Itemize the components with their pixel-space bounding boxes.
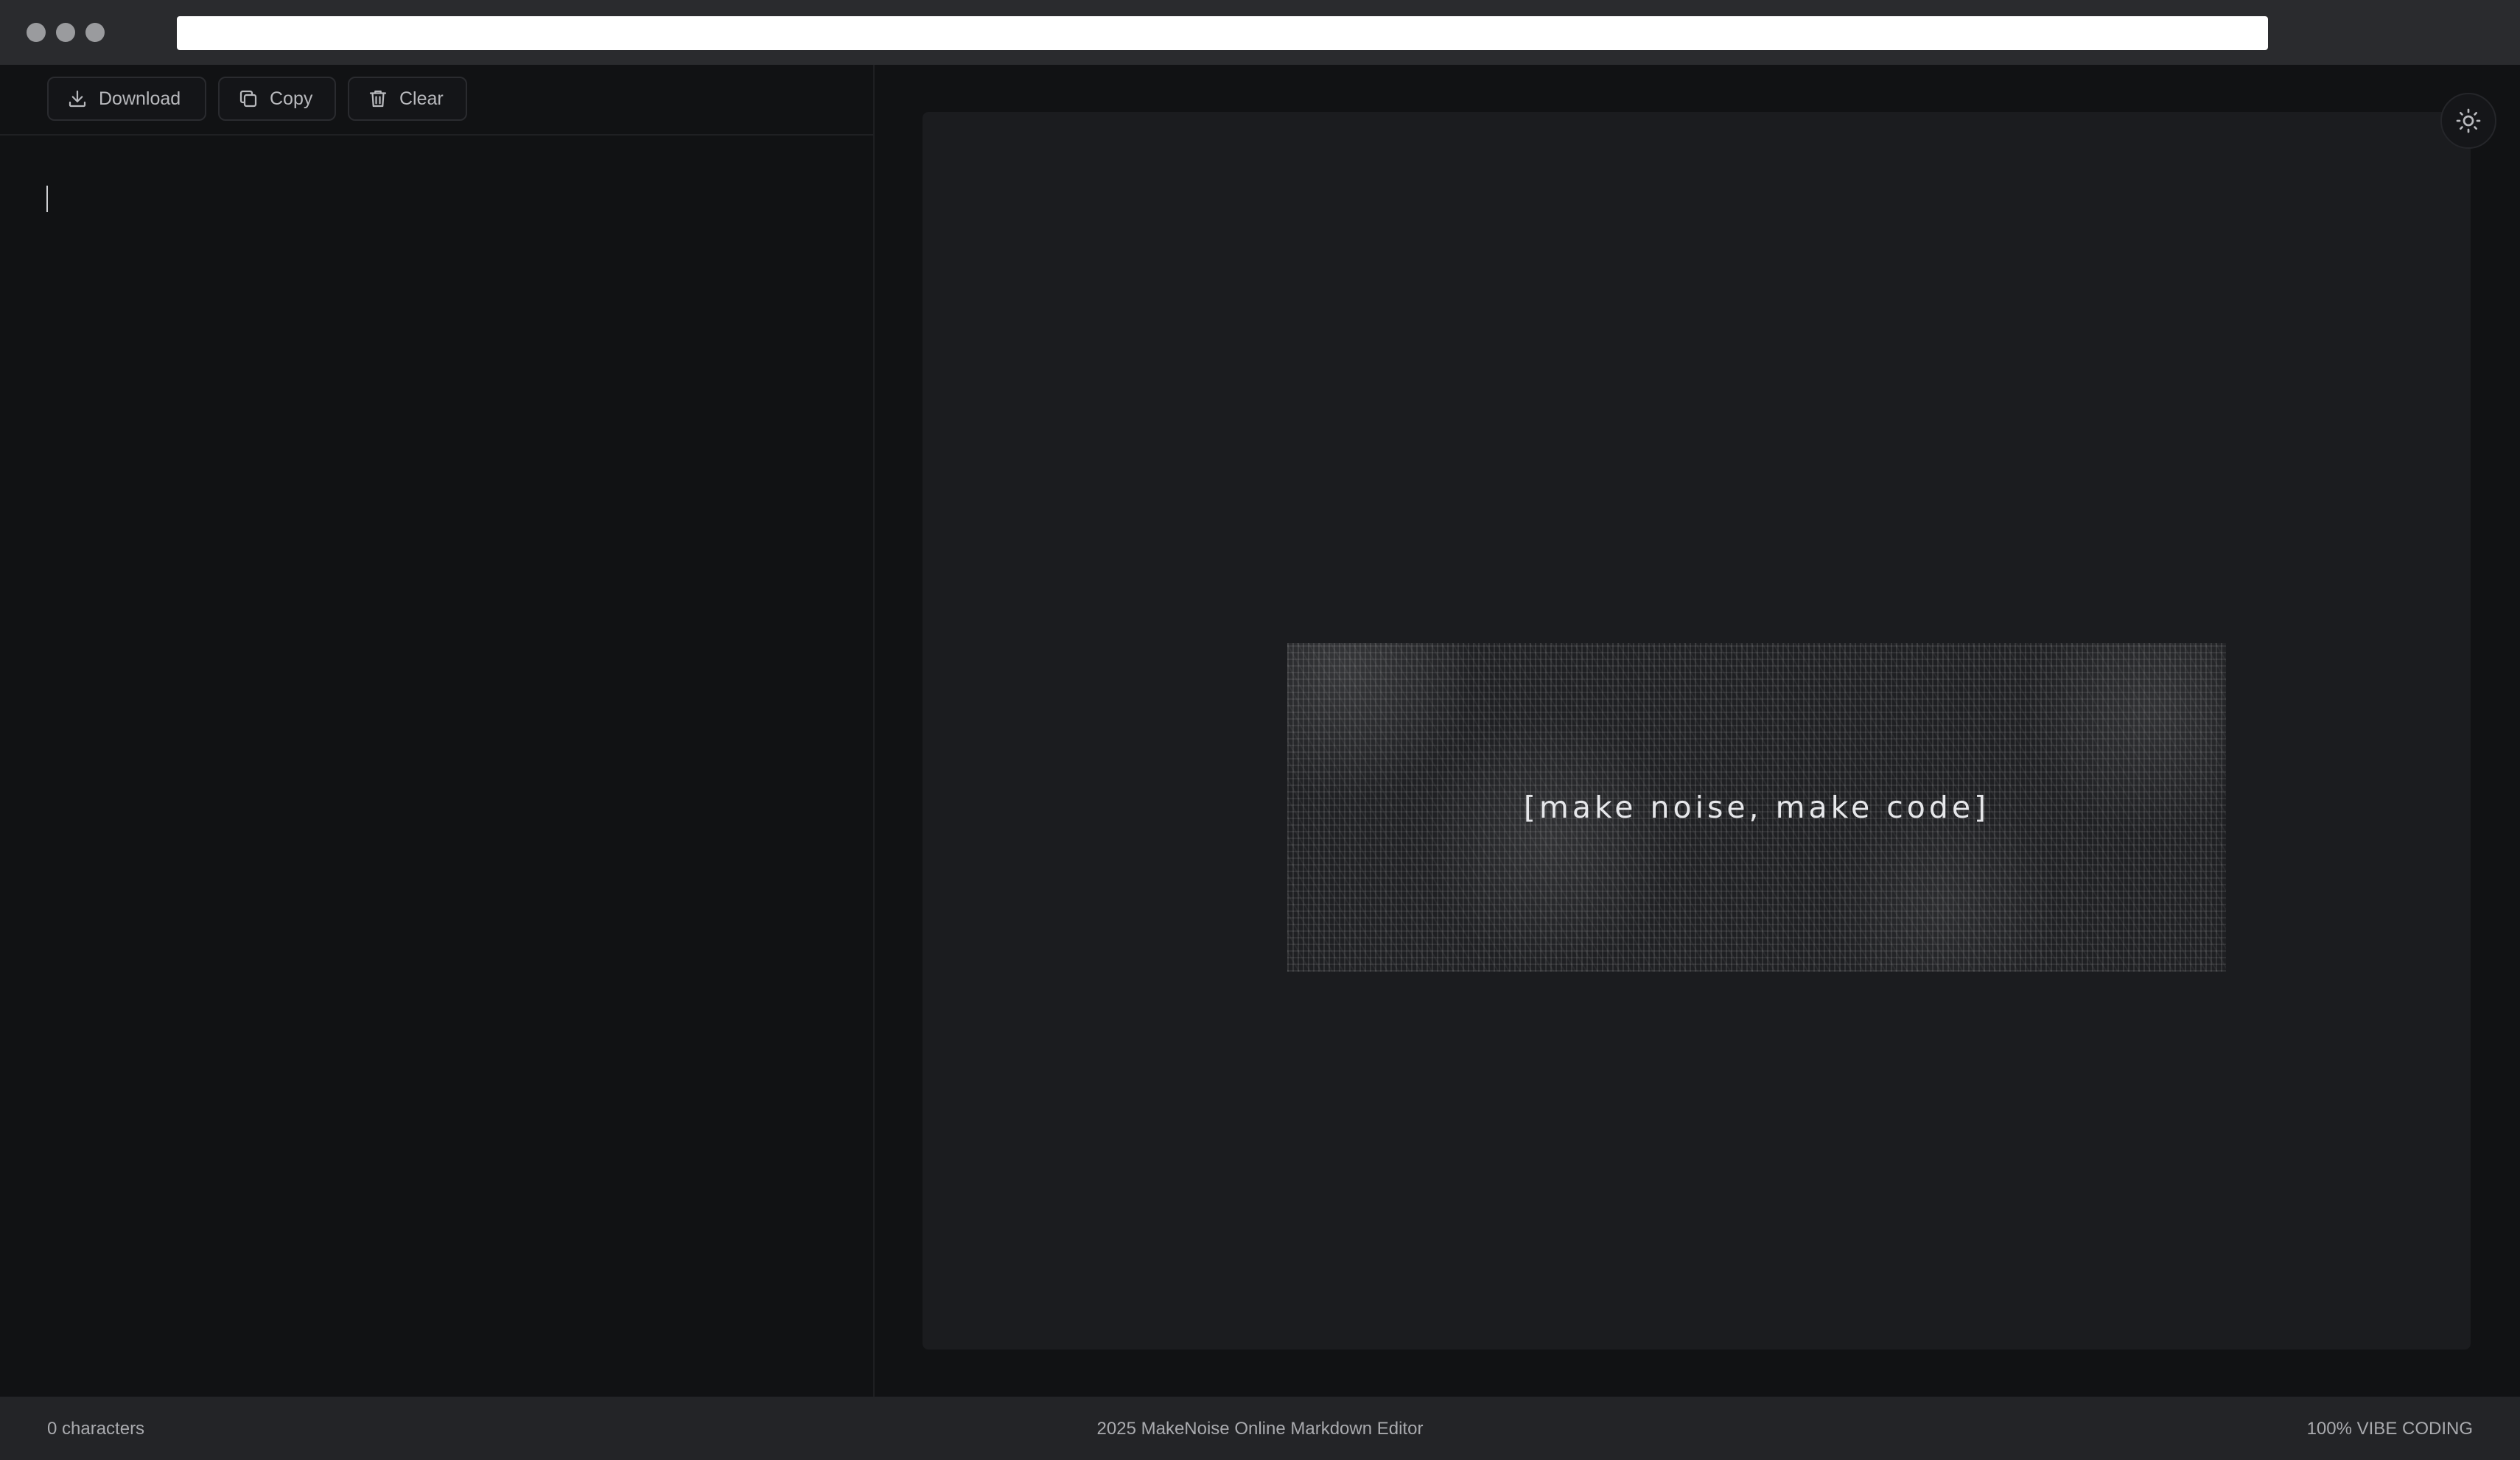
download-button-label: Download bbox=[99, 88, 181, 109]
window-close-button[interactable] bbox=[27, 23, 46, 42]
app-title: 2025 MakeNoise Online Markdown Editor bbox=[1096, 1419, 1424, 1439]
noise-banner: [make noise, make code] bbox=[1287, 643, 2226, 972]
theme-toggle-button[interactable] bbox=[2440, 93, 2496, 149]
copy-button-label: Copy bbox=[270, 88, 313, 109]
preview-card: [make noise, make code] bbox=[923, 112, 2471, 1350]
window-zoom-button[interactable] bbox=[85, 23, 105, 42]
status-bar: 0 characters 2025 MakeNoise Online Markd… bbox=[0, 1397, 2520, 1460]
copy-button[interactable]: Copy bbox=[218, 77, 336, 121]
preview-pane: [make noise, make code] bbox=[876, 65, 2520, 1397]
clear-button-label: Clear bbox=[399, 88, 444, 109]
browser-titlebar bbox=[0, 0, 2520, 65]
window-minimize-button[interactable] bbox=[56, 23, 75, 42]
copy-icon bbox=[239, 90, 257, 108]
clear-button[interactable]: Clear bbox=[348, 77, 467, 121]
editor-toolbar: Download Copy Clear bbox=[0, 65, 875, 136]
address-bar[interactable] bbox=[177, 16, 2268, 50]
trash-icon bbox=[369, 90, 387, 108]
download-icon bbox=[69, 90, 86, 108]
text-cursor bbox=[46, 186, 48, 212]
sun-icon bbox=[2456, 108, 2481, 133]
download-button[interactable]: Download bbox=[47, 77, 206, 121]
markdown-textarea[interactable] bbox=[0, 137, 873, 1397]
tagline: 100% VIBE CODING bbox=[2306, 1419, 2473, 1439]
banner-text: [make noise, make code] bbox=[1523, 790, 1990, 825]
editor-pane: Download Copy Clear bbox=[0, 65, 875, 1397]
